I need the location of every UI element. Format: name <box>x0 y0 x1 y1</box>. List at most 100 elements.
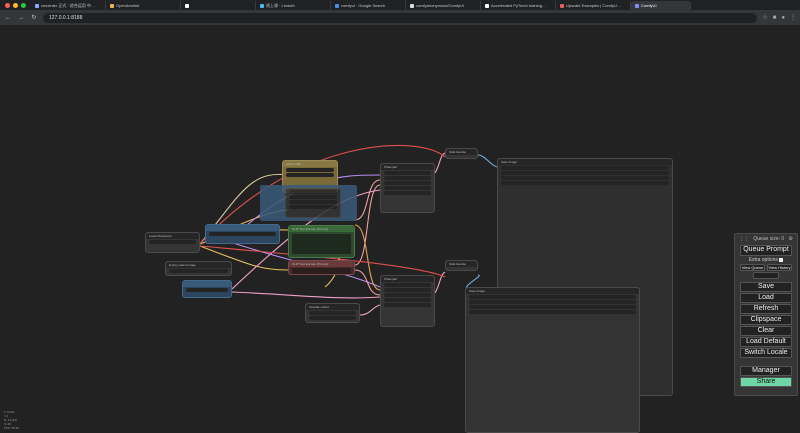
graph-node[interactable]: Load Checkpoint <box>145 232 200 253</box>
graph-node[interactable]: KSampler <box>380 275 435 327</box>
maximize-window-icon[interactable] <box>21 2 26 8</box>
node-widget[interactable] <box>469 300 636 304</box>
node-widget[interactable] <box>384 176 431 180</box>
browser-tab[interactable]: 线上课 · Lindoth <box>256 1 331 10</box>
graph-node[interactable]: Empty Latent Image <box>165 261 232 276</box>
reload-icon[interactable]: ↻ <box>30 14 38 21</box>
browser-tab[interactable]: comfyanonymous/ComfyUI <box>406 1 481 10</box>
node-widget[interactable] <box>384 298 431 302</box>
extra-options-checkbox[interactable] <box>779 257 784 262</box>
comfy-menu: ⋮⋮ Queue size: 0 ⚙ Queue Prompt Extra op… <box>734 233 798 396</box>
node-title <box>183 281 231 287</box>
load-default-button[interactable]: Load Default <box>740 337 792 347</box>
forward-icon[interactable]: → <box>17 15 25 21</box>
view-history-button[interactable]: View History <box>767 264 792 271</box>
node-widget[interactable] <box>289 205 337 209</box>
node-widget[interactable] <box>309 311 356 315</box>
node-widget[interactable] <box>469 305 636 309</box>
graph-node[interactable] <box>205 224 280 244</box>
tab-favicon-icon <box>335 3 339 8</box>
node-widget[interactable] <box>384 186 431 190</box>
view-queue-button[interactable]: View Queue <box>740 264 765 271</box>
graph-node[interactable] <box>285 188 341 218</box>
load-button[interactable]: Load <box>740 293 792 303</box>
node-widget[interactable] <box>501 171 669 175</box>
node-widget[interactable] <box>169 269 228 273</box>
tab-label: Accelerated PyTorch training… <box>491 3 546 8</box>
node-widget[interactable] <box>289 190 337 194</box>
browser-tab[interactable]: OpenAesthet <box>106 1 181 10</box>
node-widget[interactable] <box>289 195 337 199</box>
bookmark-star-icon[interactable]: ☆ <box>762 14 767 21</box>
node-widget[interactable] <box>501 176 669 180</box>
node-widget[interactable] <box>469 310 636 314</box>
window-controls <box>0 2 31 8</box>
graph-node[interactable]: VAE Decode <box>445 148 478 159</box>
tab-favicon-icon <box>410 3 414 8</box>
graph-node[interactable]: CLIP Text Encode (Prompt) <box>288 225 355 258</box>
node-widget[interactable] <box>286 173 334 177</box>
node-widget[interactable] <box>289 200 337 204</box>
queue-size-label: Queue size: 0 <box>753 236 785 242</box>
node-widget[interactable] <box>384 181 431 185</box>
node-title: VAE Decode <box>446 149 477 155</box>
prompt-textarea[interactable] <box>292 234 351 254</box>
browser-tab[interactable]: ComfyUI <box>631 1 691 10</box>
node-widget[interactable] <box>209 232 276 236</box>
graph-node[interactable]: KSampler <box>380 163 435 213</box>
browser-menu-icon[interactable]: ⋮ <box>790 14 796 21</box>
refresh-button[interactable]: Refresh <box>740 304 792 314</box>
clear-button[interactable]: Clear <box>740 326 792 336</box>
profile-icon[interactable]: ● <box>781 15 785 21</box>
share-button[interactable]: Share <box>740 377 792 387</box>
extensions-icon[interactable]: ■ <box>773 15 777 21</box>
browser-tab-bar: cnexinter 正式 · 综合运用 中… OpenAesthet 线上课 · L… <box>0 0 800 10</box>
graph-node[interactable]: Upscale Latent <box>305 303 360 323</box>
browser-tab[interactable]: Accelerated PyTorch training… <box>481 1 556 10</box>
node-widget[interactable] <box>286 168 334 172</box>
browser-tab[interactable] <box>181 1 256 10</box>
drag-handle-icon[interactable]: ⋮⋮ <box>739 236 749 242</box>
tab-favicon-icon <box>35 3 39 8</box>
prompt-textarea[interactable] <box>292 268 351 274</box>
node-widget[interactable] <box>501 181 669 185</box>
node-widget[interactable] <box>384 171 431 175</box>
minimize-window-icon[interactable] <box>13 2 18 8</box>
switch-locale-button[interactable]: Switch Locale <box>740 348 792 358</box>
menu-header: ⋮⋮ Queue size: 0 ⚙ <box>735 234 797 244</box>
queue-history-row: View Queue View History <box>740 264 792 271</box>
graph-node[interactable]: VAE Decode <box>445 260 478 271</box>
menu-sub-button[interactable] <box>753 272 779 279</box>
graph-node[interactable] <box>182 280 232 298</box>
address-bar[interactable]: 127.0.0.1:8188 <box>43 12 758 23</box>
node-widget[interactable] <box>309 316 356 320</box>
node-widget[interactable] <box>384 191 431 195</box>
manager-button[interactable]: Manager <box>740 366 792 376</box>
node-widget[interactable] <box>384 288 431 292</box>
node-title: KSampler <box>381 276 434 282</box>
queue-prompt-button[interactable]: Queue Prompt <box>740 245 792 256</box>
graph-node[interactable]: CLIP Text Encode (Prompt) <box>288 260 355 275</box>
browser-tab[interactable]: comfyui · Google Search <box>331 1 406 10</box>
graph-canvas[interactable]: Load LoRA Load Checkpoint CLIP Text Enco… <box>0 25 800 433</box>
node-group[interactable] <box>260 185 357 221</box>
node-widget[interactable] <box>186 288 228 292</box>
node-widget[interactable] <box>469 295 636 299</box>
graph-node[interactable]: Save Image <box>465 287 640 433</box>
node-widget[interactable] <box>384 283 431 287</box>
node-title: Load Checkpoint <box>146 233 199 239</box>
node-widget[interactable] <box>384 293 431 297</box>
close-window-icon[interactable] <box>5 2 10 8</box>
node-title: Save Image <box>498 159 672 165</box>
back-icon[interactable]: ← <box>4 15 12 21</box>
node-widget[interactable] <box>384 303 431 307</box>
tab-favicon-icon <box>485 3 489 8</box>
node-widget[interactable] <box>149 240 196 244</box>
save-button[interactable]: Save <box>740 282 792 292</box>
node-widget[interactable] <box>501 166 669 170</box>
browser-tab[interactable]: Upscale Examples | ComfyU… <box>556 1 631 10</box>
clipspace-button[interactable]: Clipspace <box>740 315 792 325</box>
browser-tab[interactable]: cnexinter 正式 · 综合运用 中… <box>31 1 106 10</box>
tab-favicon-icon <box>110 3 114 8</box>
settings-gear-icon[interactable]: ⚙ <box>789 236 793 242</box>
